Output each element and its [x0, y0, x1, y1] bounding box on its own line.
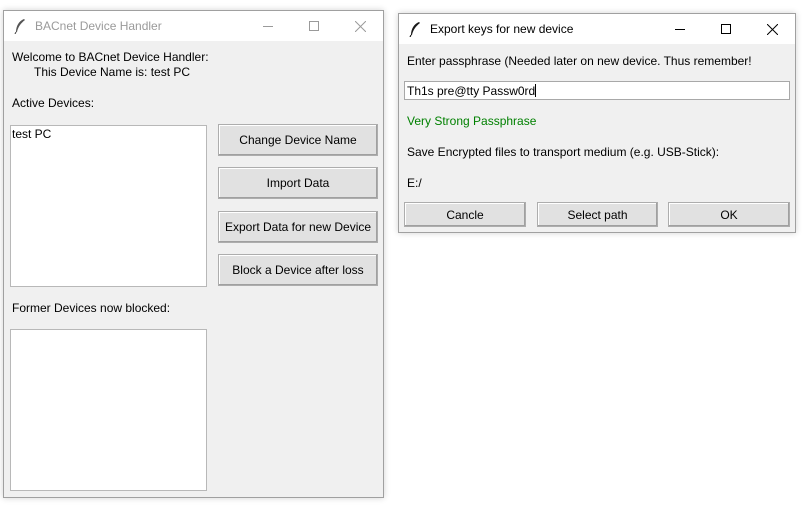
- passphrase-strength-label: Very Strong Passphrase: [407, 114, 537, 128]
- maximize-button[interactable]: [291, 11, 337, 41]
- passphrase-input[interactable]: Th1s pre@tty Passw0rd: [404, 81, 790, 100]
- export-dialog-title: Export keys for new device: [430, 22, 574, 36]
- former-devices-list[interactable]: [10, 329, 207, 491]
- export-data-button[interactable]: Export Data for new Device: [218, 211, 378, 243]
- selected-path-label: E:/: [407, 176, 422, 190]
- block-device-button[interactable]: Block a Device after loss: [218, 254, 378, 286]
- maximize-button[interactable]: [703, 14, 749, 44]
- maximize-icon: [721, 24, 731, 34]
- change-device-name-button[interactable]: Change Device Name: [218, 124, 378, 156]
- former-devices-label: Former Devices now blocked:: [12, 301, 171, 315]
- minimize-button[interactable]: [657, 14, 703, 44]
- minimize-icon: [263, 26, 273, 27]
- ok-button[interactable]: OK: [668, 202, 790, 227]
- maximize-icon: [309, 21, 319, 31]
- close-button[interactable]: [749, 14, 795, 44]
- import-data-button[interactable]: Import Data: [218, 167, 378, 199]
- save-prompt-label: Save Encrypted files to transport medium…: [407, 145, 720, 159]
- minimize-button[interactable]: [245, 11, 291, 41]
- main-window: BACnet Device Handler Welcome to BACnet …: [3, 10, 384, 498]
- feather-app-icon: [14, 19, 25, 34]
- export-dialog: Export keys for new device Enter passphr…: [398, 13, 796, 233]
- list-item[interactable]: test PC: [12, 127, 206, 142]
- feather-app-icon: [409, 22, 420, 37]
- export-dialog-titlebar[interactable]: Export keys for new device: [399, 14, 795, 44]
- passphrase-value: Th1s pre@tty Passw0rd: [407, 83, 536, 98]
- welcome-label: Welcome to BACnet Device Handler:: [12, 50, 209, 64]
- main-window-titlebar[interactable]: BACnet Device Handler: [4, 11, 383, 41]
- text-caret: [535, 84, 537, 97]
- main-window-title: BACnet Device Handler: [35, 19, 162, 33]
- passphrase-prompt: Enter passphrase (Needed later on new de…: [407, 54, 752, 68]
- close-icon: [766, 23, 778, 35]
- device-name-label: This Device Name is: test PC: [34, 65, 191, 79]
- close-button[interactable]: [337, 11, 383, 41]
- cancel-button[interactable]: Cancle: [404, 202, 526, 227]
- close-icon: [354, 20, 366, 32]
- select-path-button[interactable]: Select path: [537, 202, 658, 227]
- minimize-icon: [675, 29, 685, 30]
- active-devices-list[interactable]: test PC: [10, 125, 207, 287]
- active-devices-label: Active Devices:: [12, 96, 95, 110]
